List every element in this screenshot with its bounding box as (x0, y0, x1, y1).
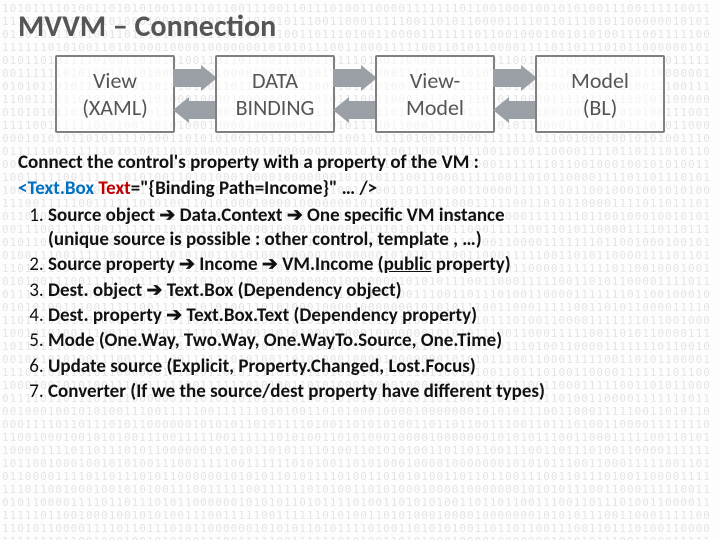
arrow-left-icon (493, 97, 537, 123)
arrow-right-icon (173, 65, 217, 91)
step-7: Converter (If we the source/dest propert… (48, 380, 702, 404)
step-3: Dest. object ➔ Text.Box (Dependency obje… (48, 279, 702, 303)
step-1-sub: (unique source is possible : other contr… (48, 228, 482, 251)
arrow-left-icon (333, 97, 377, 123)
code-example: <Text.Box Text="{Binding Path=Income}" …… (18, 177, 702, 201)
mvvm-diagram: View (XAML) DATA BINDING View- Model Mod… (18, 55, 702, 133)
code-rest: ="{Binding Path=Income}" … /> (131, 177, 377, 200)
step-2: Source property ➔ Income ➔ VM.Income (pu… (48, 253, 702, 277)
box-databinding: DATA BINDING (215, 55, 335, 133)
box-view: View (XAML) (55, 55, 175, 133)
box-view-line1: View (93, 67, 137, 94)
arrow-vm-model (493, 65, 537, 123)
box-model: Model (BL) (535, 55, 665, 133)
code-tag: <Text.Box (18, 177, 98, 200)
box-vm-line2: Model (406, 94, 464, 121)
steps-list: Source object ➔ Data.Context ➔ One speci… (18, 204, 702, 405)
arrow-left-icon (173, 97, 217, 123)
arrow-binding-vm (333, 65, 377, 123)
arrow-right-icon (493, 65, 537, 91)
arrow-view-binding (173, 65, 217, 123)
code-attr: Text (98, 177, 130, 200)
box-binding-line1: DATA (252, 67, 298, 94)
step-6: Update source (Explicit, Property.Change… (48, 355, 702, 379)
box-viewmodel: View- Model (375, 55, 495, 133)
intro-text: Connect the control's property with a pr… (18, 151, 479, 174)
arrow-right-icon (333, 65, 377, 91)
page-title: MVVM – Connection (18, 8, 702, 45)
step-4: Dest. property ➔ Text.Box.Text (Dependen… (48, 304, 702, 328)
box-model-line2: (BL) (583, 94, 618, 121)
box-view-line2: (XAML) (82, 94, 148, 121)
box-model-line1: Model (571, 67, 629, 94)
box-binding-line2: BINDING (236, 94, 315, 121)
step-5: Mode (One.Way, Two.Way, One.WayTo.Source… (48, 329, 702, 353)
step-1: Source object ➔ Data.Context ➔ One speci… (48, 204, 702, 253)
box-vm-line1: View- (410, 67, 460, 94)
